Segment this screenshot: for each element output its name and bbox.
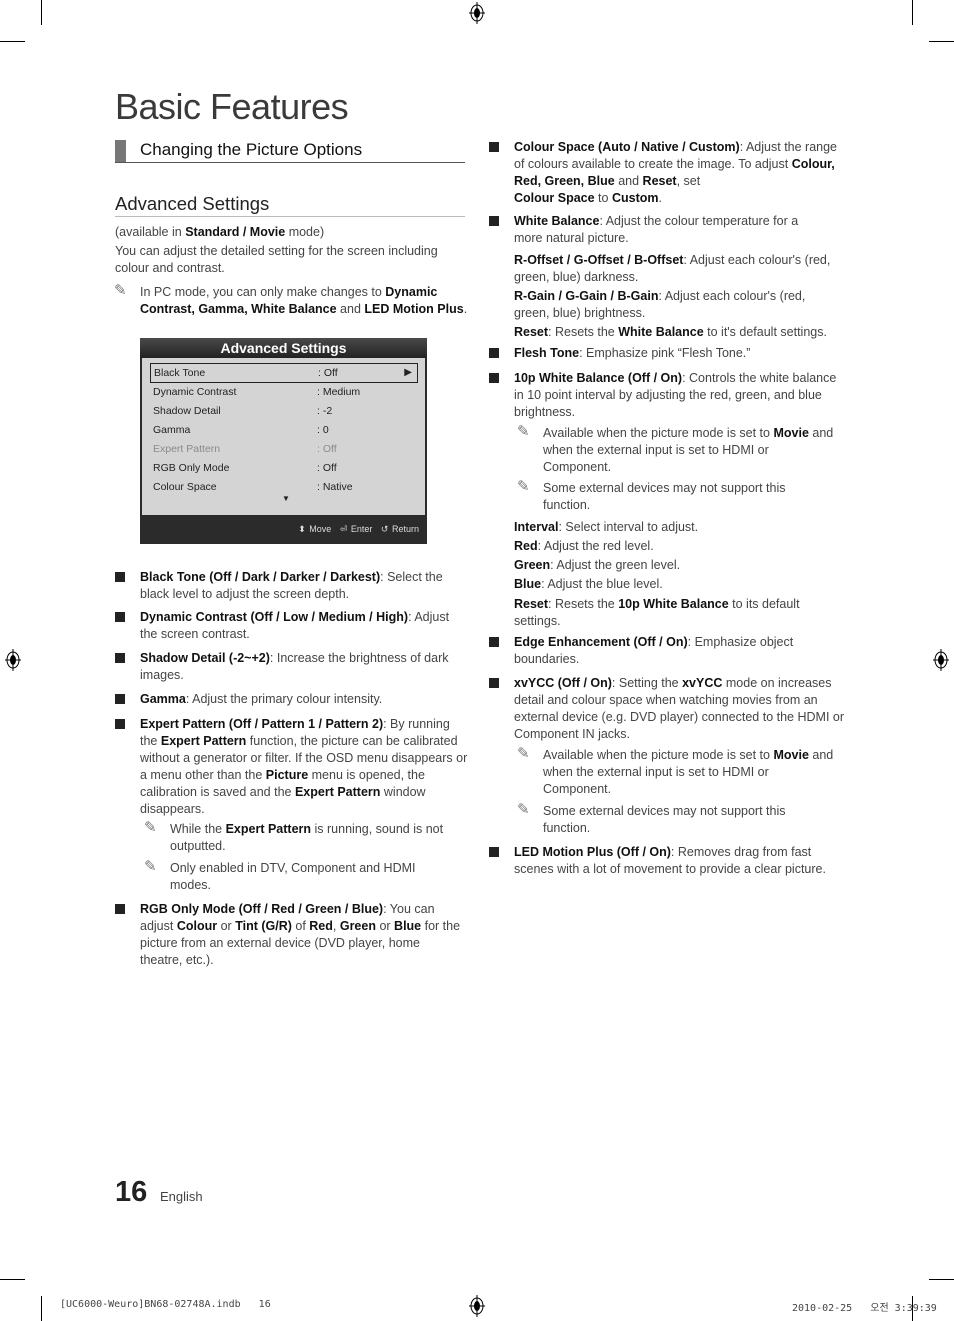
bullet-icon [489, 373, 499, 383]
wb10-note-devices: ✎ Some external devices may not support t… [517, 478, 786, 512]
crop-mark [41, 0, 42, 25]
bullet-black-tone: Black Tone (Off / Dark / Darker / Darkes… [115, 569, 465, 603]
bullet-rgb-only-mode: RGB Only Mode (Off / Red / Green / Blue)… [115, 901, 465, 969]
note-icon: ✎ [517, 478, 530, 495]
expert-note-sound: ✎ While the Expert Pattern is running, so… [144, 819, 444, 853]
intro-text: You can adjust the detailed setting for … [115, 244, 438, 275]
bullet-icon [489, 847, 499, 857]
osd-row-rgb-only-mode[interactable]: RGB Only Mode: Off [150, 459, 418, 477]
bullet-xvycc: xvYCC (Off / On): Setting the xvYCC mode… [489, 675, 844, 743]
bullet-shadow-detail: Shadow Detail (-2~+2): Increase the brig… [115, 650, 465, 684]
wb10-red: Red: Adjust the red level. [514, 539, 654, 553]
section-title: Changing the Picture Options [140, 140, 363, 159]
note-icon: ✎ [144, 858, 157, 875]
xvycc-note-devices: ✎ Some external devices may not support t… [517, 801, 786, 835]
bullet-icon [489, 637, 499, 647]
bullet-gamma: Gamma: Adjust the primary colour intensi… [115, 691, 465, 708]
bullet-icon [115, 694, 125, 704]
bullet-icon [115, 612, 125, 622]
bullet-10p-white-balance: 10p White Balance (Off / On): Controls t… [489, 370, 839, 421]
bullet-white-balance: White Balance: Adjust the colour tempera… [489, 213, 824, 247]
registration-mark-icon [5, 649, 21, 671]
right-arrow-icon: ▶ [404, 367, 412, 378]
bullet-led-motion-plus: LED Motion Plus (Off / On): Removes drag… [489, 844, 844, 878]
page-language: English [160, 1189, 203, 1204]
move-label: Move [309, 524, 332, 534]
registration-mark-icon [933, 649, 949, 671]
bullet-dynamic-contrast: Dynamic Contrast (Off / Low / Medium / H… [115, 609, 468, 643]
return-icon: ↺ [380, 524, 389, 534]
registration-mark-icon [469, 2, 485, 24]
osd-row-shadow-detail[interactable]: Shadow Detail: -2 [150, 402, 418, 420]
bullet-expert-pattern: Expert Pattern (Off / Pattern 1 / Patter… [115, 716, 468, 818]
enter-icon: ⏎ [339, 524, 348, 534]
pc-mode-note: ✎ In PC mode, you can only make changes t… [114, 282, 468, 316]
wb10-green: Green: Adjust the green level. [514, 558, 681, 572]
osd-title: Advanced Settings [140, 338, 427, 358]
crop-mark [0, 41, 25, 42]
wb-gain: R-Gain / G-Gain / B-Gain: Adjust each co… [514, 289, 806, 320]
bullet-icon [115, 572, 125, 582]
note-icon: ✎ [517, 423, 530, 440]
section-heading: Changing the Picture Options [115, 140, 465, 163]
scroll-down-icon[interactable]: ▼ [282, 494, 290, 503]
registration-mark-icon [469, 1295, 485, 1317]
wb10-note-movie: ✎ Available when the picture mode is set … [517, 423, 834, 474]
bullet-icon [489, 678, 499, 688]
wb10-reset: Reset: Resets the 10p White Balance to i… [514, 597, 800, 628]
chapter-title: Basic Features [115, 86, 349, 127]
wb-reset: Reset: Resets the White Balance to it's … [514, 325, 827, 339]
availability-text: (available in Standard / Movie mode) [115, 225, 325, 239]
enter-label: Enter [350, 524, 373, 534]
bullet-icon [489, 142, 499, 152]
crop-mark [41, 1296, 42, 1321]
note-icon: ✎ [114, 282, 127, 299]
osd-row-gamma[interactable]: Gamma: 0 [150, 421, 418, 439]
crop-mark [0, 1279, 25, 1280]
bullet-flesh-tone: Flesh Tone: Emphasize pink “Flesh Tone.” [489, 345, 839, 362]
crop-mark [929, 1279, 954, 1280]
bullet-colour-space: Colour Space (Auto / Native / Custom): A… [489, 139, 839, 207]
osd-menu-list: Black Tone: Off ▶ Dynamic Contrast: Mediu… [142, 358, 425, 515]
subsection-title: Advanced Settings [115, 193, 270, 214]
advanced-settings-osd: Advanced Settings Black Tone: Off ▶ Dynam… [140, 338, 427, 544]
crop-mark [929, 41, 954, 42]
section-bar [115, 140, 126, 162]
osd-footer: ⬍ Move ⏎ Enter ↺ Return [292, 524, 419, 535]
osd-row-black-tone[interactable]: Black Tone: Off ▶ [150, 363, 418, 383]
xvycc-note-movie: ✎ Available when the picture mode is set … [517, 745, 834, 796]
note-icon: ✎ [517, 801, 530, 818]
bullet-icon [115, 904, 125, 914]
bullet-icon [489, 216, 499, 226]
expert-note-modes: ✎ Only enabled in DTV, Component and HDMI… [144, 858, 416, 892]
print-date-info: 2010-02-25 오전 3:39:39 [792, 1303, 937, 1314]
page-number: 16 [115, 1176, 148, 1208]
osd-row-expert-pattern: Expert Pattern: Off [153, 443, 337, 455]
note-icon: ✎ [517, 745, 530, 762]
crop-mark [912, 0, 913, 25]
osd-row-dynamic-contrast[interactable]: Dynamic Contrast: Medium [150, 383, 418, 401]
bullet-icon [115, 653, 125, 663]
bullet-icon [489, 348, 499, 358]
move-icon: ⬍ [298, 524, 306, 534]
print-file-info: [UC6000-Weuro]BN68-02748A.indb 16 [60, 1299, 271, 1310]
bullet-icon [115, 719, 125, 729]
note-icon: ✎ [144, 819, 157, 836]
wb10-interval: Interval: Select interval to adjust. [514, 520, 699, 534]
subsection-heading: Advanced Settings [115, 193, 465, 217]
return-label: Return [391, 524, 419, 534]
wb-offset: R-Offset / G-Offset / B-Offset: Adjust e… [514, 253, 831, 284]
bullet-edge-enhancement: Edge Enhancement (Off / On): Emphasize o… [489, 634, 824, 668]
wb10-blue: Blue: Adjust the blue level. [514, 577, 663, 591]
